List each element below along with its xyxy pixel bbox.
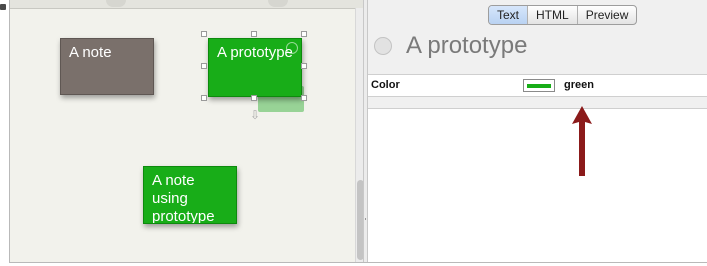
close-icon[interactable] [286,42,298,54]
map-top-strip [10,0,364,9]
view-mode-segmented-control[interactable]: Text HTML Preview [488,5,638,25]
text-pane: Text HTML Preview A prototype Color gree… [368,0,707,262]
resize-handle[interactable] [301,31,307,37]
splitter-grip [365,218,366,220]
attribute-row-color[interactable]: Color green [368,75,707,97]
note-label: A note [69,44,112,61]
note-a-note-using-prototype[interactable]: A note using prototype [143,166,237,224]
note-title[interactable]: A prototype [406,32,527,60]
link-drag-icon[interactable]: ⇩ [250,108,260,122]
window-bottom-border [9,262,707,263]
note-a-note[interactable]: A note [60,38,154,95]
tab-html[interactable]: HTML [528,6,578,24]
resize-handle[interactable] [301,63,307,69]
tab-text[interactable]: Text [489,6,529,24]
callout-arrow [572,106,592,176]
map-top-bump [268,0,288,7]
resize-handle[interactable] [201,63,207,69]
color-swatch[interactable] [523,79,555,92]
note-label: A note using prototype [152,172,215,224]
badge-icon[interactable] [374,37,392,55]
resize-handle[interactable] [301,95,307,101]
resize-handle[interactable] [201,95,207,101]
map-top-bump [106,0,126,7]
attribute-value[interactable]: green [564,79,594,91]
color-swatch-fill [527,84,551,88]
attribute-name: Color [371,79,400,91]
edge-marker [0,4,6,10]
map-view[interactable]: A note A prototype ⇩ A note using protot… [9,0,364,262]
divider [368,108,707,109]
note-title-row: A prototype [374,31,527,61]
resize-handle[interactable] [251,95,257,101]
resize-handle[interactable] [251,31,257,37]
tab-preview[interactable]: Preview [578,6,637,24]
note-label: A prototype [217,44,293,61]
window-edge [0,0,9,266]
resize-handle[interactable] [201,31,207,37]
